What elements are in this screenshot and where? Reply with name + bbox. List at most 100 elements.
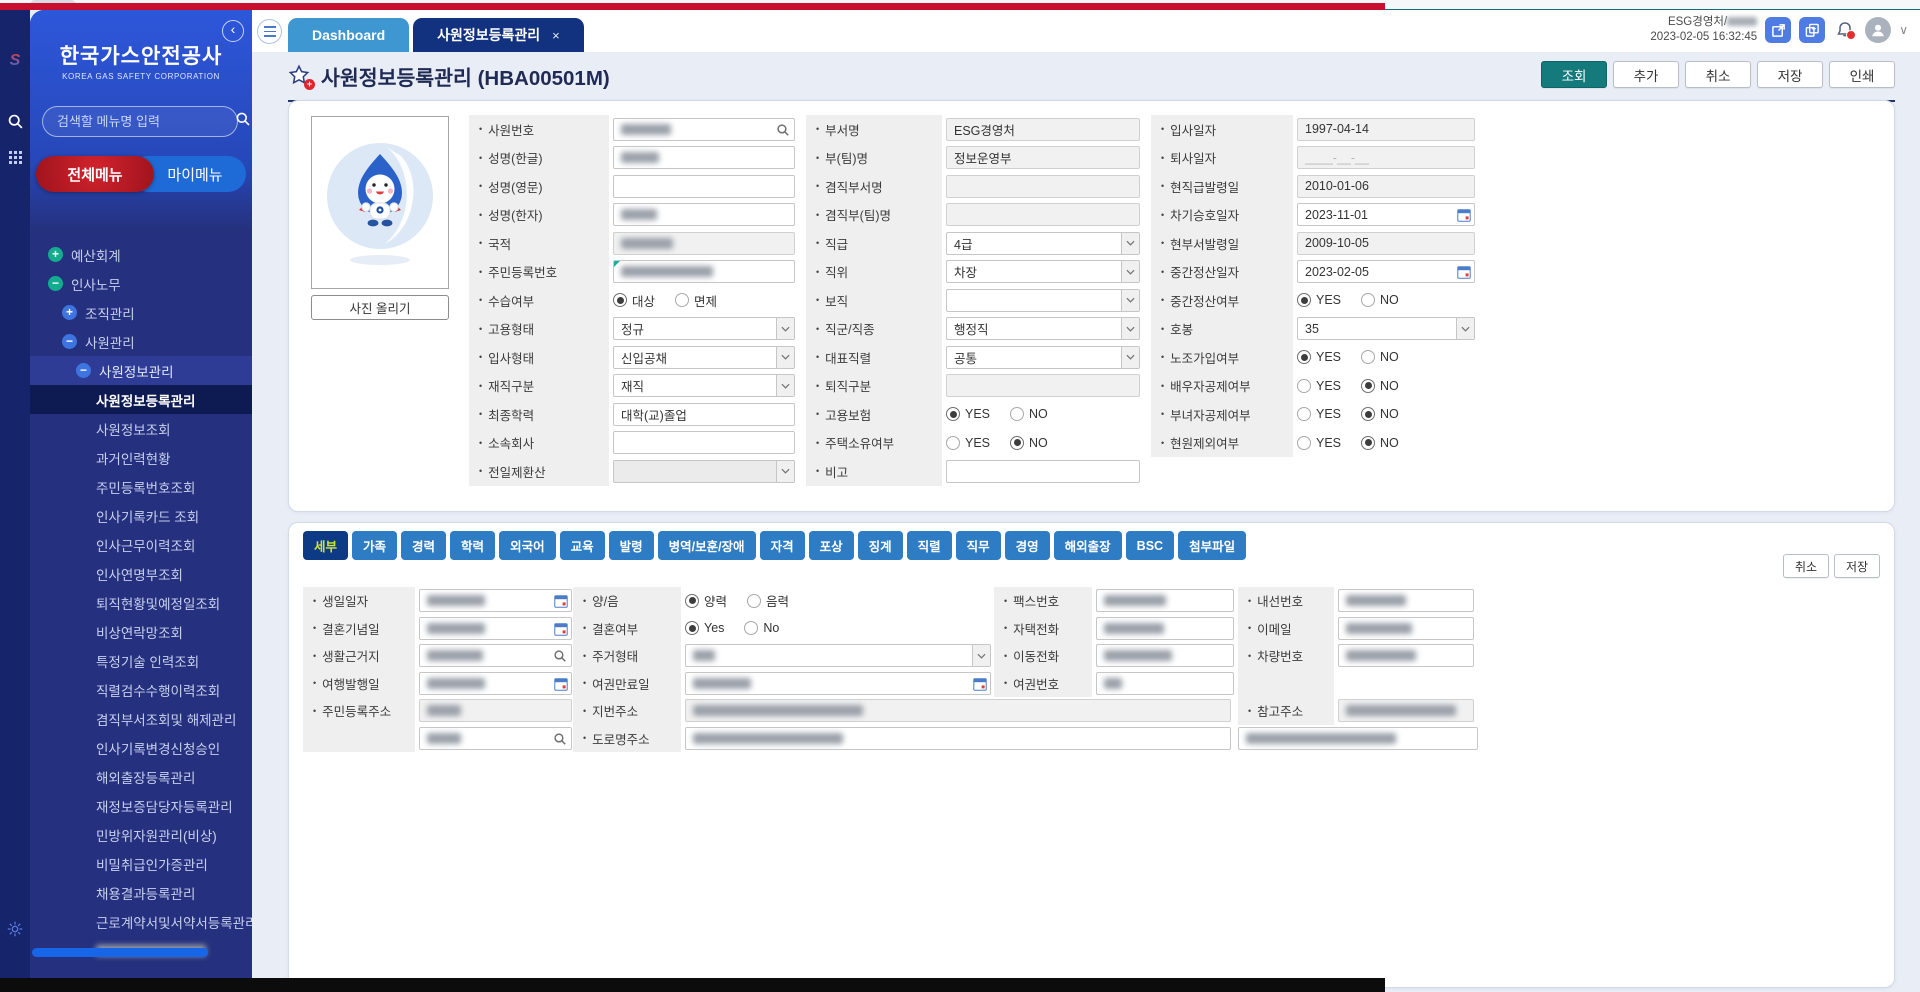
expand-plus-icon[interactable]: + (48, 247, 63, 262)
radio-option[interactable]: YES (1297, 293, 1341, 307)
select-input[interactable]: 공통 (946, 346, 1140, 369)
select-input[interactable]: 행정직 (946, 317, 1140, 340)
calendar-icon[interactable] (1457, 208, 1471, 222)
sidebar-menu-item[interactable]: 인사근무이력조회 (30, 530, 252, 559)
select-input[interactable]: 35 (1297, 317, 1475, 340)
date-input[interactable]: 2023-02-05 (1297, 260, 1475, 283)
collapse-minus-icon[interactable]: − (62, 334, 77, 349)
sidebar-menu-item[interactable]: 인사기록카드 조회 (30, 501, 252, 530)
sidebar-menu-item[interactable]: +조직관리 (30, 298, 252, 327)
radio-option[interactable]: NO (1010, 407, 1048, 421)
date-input[interactable] (419, 672, 572, 695)
hamburger-menu-icon[interactable] (257, 19, 282, 44)
text-input[interactable] (613, 431, 795, 454)
radio-option[interactable]: YES (1297, 436, 1341, 450)
page-tab-dashboard[interactable]: Dashboard (288, 18, 409, 52)
radio-selected-icon[interactable] (1361, 407, 1375, 421)
text-input[interactable] (1096, 589, 1234, 612)
action-button-secondary[interactable]: 저장 (1757, 61, 1823, 88)
search-input[interactable] (613, 118, 795, 141)
radio-selected-icon[interactable] (1297, 350, 1311, 364)
radio-selected-icon[interactable] (946, 407, 960, 421)
radio-option[interactable]: YES (1297, 379, 1341, 393)
text-input[interactable] (613, 203, 795, 226)
detail-tab[interactable]: 경력 (401, 531, 446, 560)
sidebar-menu-item[interactable]: 사원정보등록관리 (30, 385, 252, 414)
radio-option[interactable]: YES (946, 407, 990, 421)
avatar[interactable] (1865, 17, 1891, 43)
chevron-down-icon[interactable] (776, 347, 794, 368)
detail-tab[interactable]: 가족 (352, 531, 397, 560)
sidebar-menu-item[interactable]: 인사연명부조회 (30, 559, 252, 588)
calendar-icon[interactable] (554, 622, 568, 636)
text-input[interactable] (1238, 727, 1478, 750)
detail-tab[interactable]: 첨부파일 (1178, 531, 1246, 560)
detail-action-button[interactable]: 취소 (1783, 554, 1829, 578)
text-input[interactable] (1096, 672, 1234, 695)
radio-selected-icon[interactable] (1297, 293, 1311, 307)
calendar-icon[interactable] (973, 677, 987, 691)
radio-unselected-icon[interactable] (1297, 436, 1311, 450)
chevron-down-icon[interactable] (1121, 318, 1139, 339)
radio-unselected-icon[interactable] (744, 621, 758, 635)
calendar-icon[interactable] (1457, 265, 1471, 279)
sidebar-menu-item[interactable]: 인사기록변경신청승인 (30, 733, 252, 762)
chevron-down-icon[interactable] (776, 318, 794, 339)
radio-selected-icon[interactable] (1361, 436, 1375, 450)
date-input[interactable]: 2023-11-01 (1297, 203, 1475, 226)
chevron-down-icon[interactable] (776, 461, 794, 482)
detail-tab[interactable]: 직무 (956, 531, 1001, 560)
radio-option[interactable]: Yes (685, 621, 724, 635)
select-input[interactable] (946, 289, 1140, 312)
select-input[interactable] (685, 644, 991, 667)
radio-option[interactable]: NO (1361, 407, 1399, 421)
detail-tab[interactable]: 학력 (450, 531, 495, 560)
chevron-down-icon[interactable] (776, 375, 794, 396)
radio-selected-icon[interactable] (685, 621, 699, 635)
text-input[interactable] (1338, 617, 1474, 640)
select-input[interactable]: 정규 (613, 317, 795, 340)
date-input[interactable] (419, 617, 572, 640)
rail-grid-icon[interactable] (0, 150, 30, 165)
radio-option[interactable]: NO (1361, 379, 1399, 393)
detail-tab[interactable]: BSC (1126, 531, 1174, 560)
radio-unselected-icon[interactable] (1010, 407, 1024, 421)
radio-selected-icon[interactable] (613, 293, 627, 307)
search-input[interactable] (419, 727, 572, 750)
search-icon[interactable] (776, 123, 790, 137)
collapse-minus-icon[interactable]: − (48, 276, 63, 291)
chevron-down-icon[interactable] (1121, 261, 1139, 282)
radio-option[interactable]: 면제 (675, 291, 717, 310)
text-input[interactable] (946, 460, 1140, 483)
radio-option[interactable]: No (744, 621, 779, 635)
chevron-down-icon[interactable] (1456, 318, 1474, 339)
action-button-secondary[interactable]: 취소 (1685, 61, 1751, 88)
open-new-window-icon[interactable] (1799, 17, 1825, 43)
sidebar-menu-item[interactable]: 사원정보조회 (30, 414, 252, 443)
search-icon[interactable] (553, 649, 567, 663)
detail-tab[interactable]: 직렬 (907, 531, 952, 560)
sidebar-menu-item[interactable]: 재정보증담당자등록관리 (30, 791, 252, 820)
sidebar-menu-item[interactable]: 겸직부서조회및 해제관리 (30, 704, 252, 733)
radio-option[interactable]: 대상 (613, 291, 655, 310)
sidebar-menu-item[interactable]: −인사노무 (30, 269, 252, 298)
action-button-secondary[interactable]: 추가 (1613, 61, 1679, 88)
detail-tab[interactable]: 징계 (858, 531, 903, 560)
calendar-icon[interactable] (554, 677, 568, 691)
radio-unselected-icon[interactable] (675, 293, 689, 307)
text-input[interactable] (1338, 644, 1474, 667)
collapse-minus-icon[interactable]: − (76, 363, 91, 378)
page-tab-active[interactable]: 사원정보등록관리× (413, 18, 584, 52)
open-window-icon[interactable] (1765, 17, 1791, 43)
radio-option[interactable]: NO (1361, 350, 1399, 364)
sidebar-menu-item[interactable]: −사원정보관리 (30, 356, 252, 385)
sidebar-menu-item[interactable]: 주민등록번호조회 (30, 472, 252, 501)
detail-tab[interactable]: 해외출장 (1054, 531, 1122, 560)
sidebar-menu-item[interactable]: 비상연락망조회 (30, 617, 252, 646)
search-input[interactable] (419, 644, 572, 667)
detail-action-button[interactable]: 저장 (1834, 554, 1880, 578)
menu-search-input[interactable] (55, 113, 235, 130)
rail-search-icon[interactable] (0, 113, 30, 130)
detail-tab[interactable]: 외국어 (499, 531, 556, 560)
radio-unselected-icon[interactable] (1361, 350, 1375, 364)
